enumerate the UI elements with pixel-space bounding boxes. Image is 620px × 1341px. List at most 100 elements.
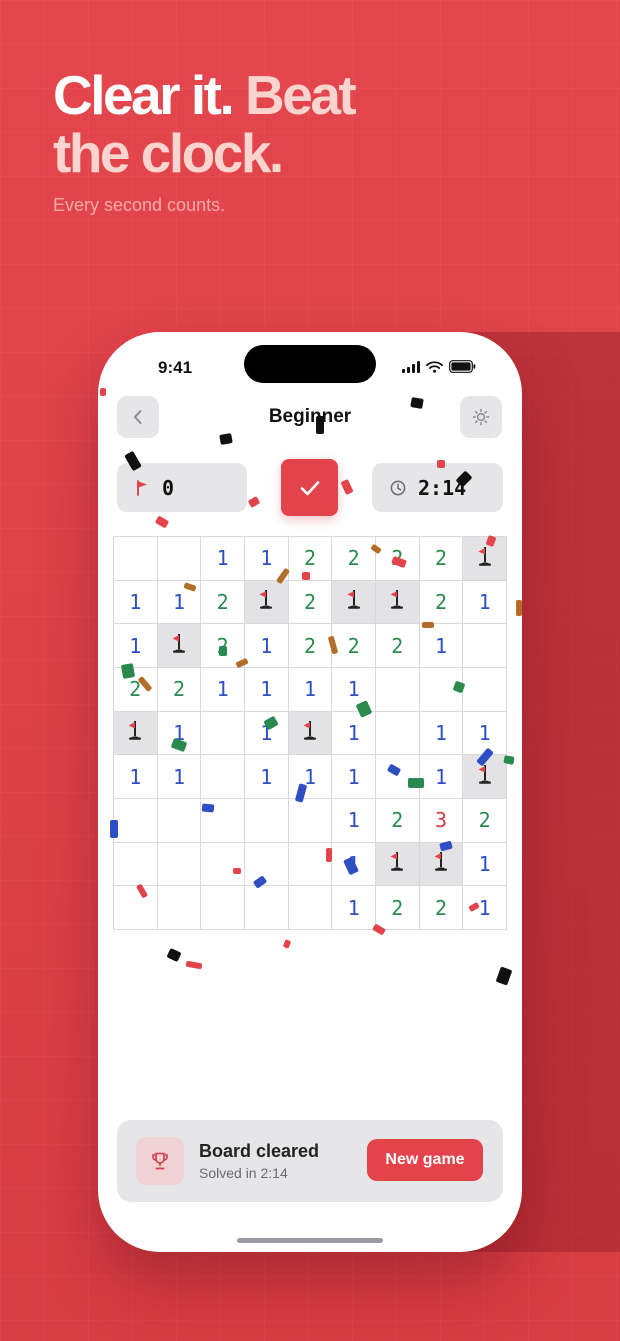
board-cell[interactable]: 1 [463,886,507,930]
board-cell[interactable] [245,799,289,843]
cell-number: 1 [478,589,491,614]
board-cell[interactable]: 1 [201,537,245,581]
board-cell[interactable]: 1 [332,799,376,843]
board-cell[interactable] [288,842,333,887]
board-cell[interactable]: 3 [419,799,464,843]
board-cell[interactable]: 2 [288,537,333,581]
board-cell-flagged[interactable] [419,842,464,887]
board-cell[interactable]: 1 [288,755,333,799]
flag-marker-icon [388,588,406,615]
board-cell[interactable] [157,537,202,581]
board-cell[interactable]: 1 [332,755,376,799]
board-cell[interactable]: 1 [463,711,507,756]
board-cell[interactable] [114,886,158,930]
promo-subheadline: Every second counts. [53,195,226,215]
board-cell[interactable]: 1 [332,886,376,930]
board-cell[interactable] [463,624,507,668]
board-cell[interactable] [114,799,158,843]
board-cell[interactable] [114,537,158,581]
board-cell[interactable] [376,711,420,756]
board-cell[interactable]: 2 [332,624,376,668]
board-cell-flagged[interactable] [463,537,507,581]
board-cell[interactable]: 1 [332,668,376,712]
board-cell[interactable] [114,842,158,887]
board-cell[interactable]: 2 [157,668,202,712]
board-cell[interactable]: 2 [376,886,420,930]
board-cell-flagged[interactable] [332,580,376,625]
board-cell-flagged[interactable] [288,711,333,756]
board-cell-flagged[interactable] [114,711,158,756]
restart-face-button[interactable] [281,459,338,516]
board-cell[interactable]: 2 [201,624,245,668]
board-cell[interactable]: 2 [201,580,245,625]
board-cell[interactable] [419,668,464,712]
board-cell[interactable] [245,842,289,887]
board-cell[interactable]: 2 [288,624,333,668]
board-cell[interactable]: 1 [332,842,376,887]
banner-subtitle: Solved in 2:14 [199,1165,288,1181]
board-cell[interactable] [201,842,245,887]
board-cell[interactable]: 2 [463,799,507,843]
cell-number: 2 [303,546,317,571]
mine-board[interactable]: 1 1 2 2 2 2 1 1 2 2 2 1 1 2 1 2 2 2 1 2 2 1 1 1 1 1 1 1 1 1 1 1 1 1 1 1 1 2 3 2… [113,536,507,930]
board-cell[interactable]: 1 [419,624,464,668]
cell-number: 1 [129,589,142,614]
board-cell[interactable]: 2 [376,799,420,843]
board-cell[interactable]: 1 [463,842,507,887]
board-cell-flagged[interactable] [157,624,202,668]
board-cell-flagged[interactable] [245,580,289,625]
settings-button[interactable] [460,396,502,438]
board-cell[interactable]: 1 [201,668,245,712]
board-cell[interactable]: 1 [157,711,202,756]
board-cell[interactable] [201,886,245,930]
board-cell[interactable] [376,668,420,712]
board-cell[interactable]: 1 [157,755,202,799]
cell-number: 1 [434,720,448,745]
cell-number: 2 [478,808,491,833]
board-cell[interactable]: 1 [419,711,464,756]
board-cell[interactable]: 1 [463,580,507,625]
board-cell[interactable] [157,799,202,843]
board-cell[interactable]: 2 [419,886,464,930]
board-cell[interactable]: 1 [157,580,202,625]
board-cell[interactable] [157,886,202,930]
cell-number: 1 [347,808,360,833]
board-cell[interactable] [288,886,333,930]
new-game-button[interactable]: New game [367,1139,483,1181]
home-indicator [237,1238,383,1243]
status-icons [402,360,476,373]
flag-marker-icon [257,588,275,615]
board-cell[interactable]: 2 [419,580,464,625]
board-cell[interactable]: 1 [332,711,376,756]
board-cell[interactable] [201,755,245,799]
board-cell[interactable]: 2 [376,537,420,581]
board-cell[interactable] [201,711,245,756]
board-cell[interactable] [157,842,202,887]
cell-number: 2 [216,589,229,614]
board-cell[interactable] [288,799,333,843]
board-cell[interactable]: 2 [114,668,158,712]
board-cell[interactable]: 2 [376,624,420,668]
board-cell[interactable]: 1 [288,668,333,712]
board-cell[interactable]: 2 [419,537,464,581]
board-cell[interactable]: 1 [419,755,464,799]
board-cell[interactable] [376,755,420,799]
board-cell[interactable] [245,886,289,930]
board-cell[interactable] [463,668,507,712]
board-cell[interactable]: 1 [245,755,289,799]
flag-marker-icon [476,545,494,572]
board-cell[interactable]: 1 [245,668,289,712]
board-cell-flagged[interactable] [376,580,420,625]
board-cell[interactable]: 1 [114,580,158,625]
board-cell[interactable]: 1 [245,537,289,581]
board-cell[interactable]: 1 [245,711,289,756]
board-cell[interactable]: 1 [245,624,289,668]
board-cell[interactable]: 2 [332,537,376,581]
board-cell-flagged[interactable] [376,842,420,887]
cell-number: 1 [260,546,273,571]
board-cell[interactable] [201,799,245,843]
board-cell-flagged[interactable] [463,755,507,799]
board-cell[interactable]: 2 [288,580,333,625]
board-cell[interactable]: 1 [114,755,158,799]
board-cell[interactable]: 1 [114,624,158,668]
